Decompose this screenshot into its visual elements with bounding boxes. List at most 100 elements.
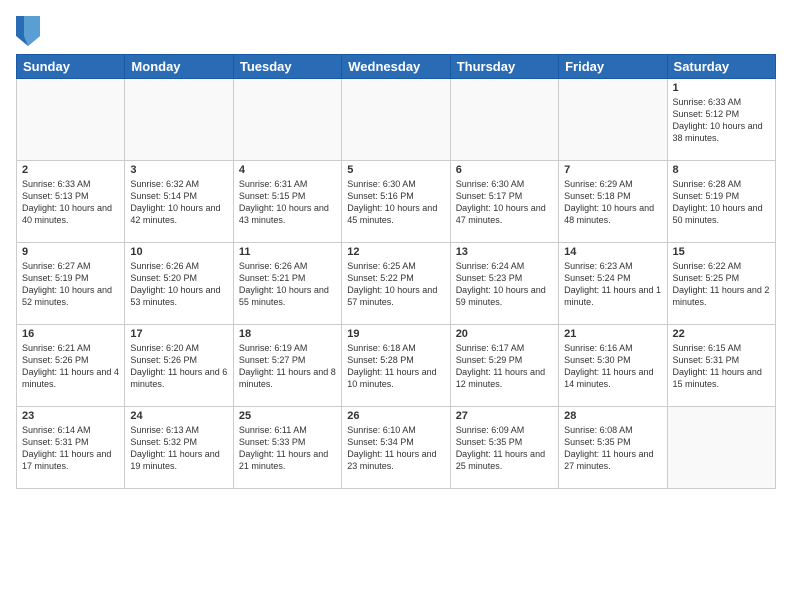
day-number: 7 bbox=[564, 164, 661, 176]
day-number: 4 bbox=[239, 164, 336, 176]
day-info: Sunrise: 6:33 AM Sunset: 5:13 PM Dayligh… bbox=[22, 178, 119, 227]
calendar-cell: 17 Sunrise: 6:20 AM Sunset: 5:26 PM Dayli… bbox=[125, 325, 233, 407]
calendar-cell: 21 Sunrise: 6:16 AM Sunset: 5:30 PM Dayli… bbox=[559, 325, 667, 407]
calendar-cell: 11 Sunrise: 6:26 AM Sunset: 5:21 PM Dayli… bbox=[233, 243, 341, 325]
calendar-cell bbox=[667, 407, 775, 489]
calendar-cell: 7 Sunrise: 6:29 AM Sunset: 5:18 PM Daylig… bbox=[559, 161, 667, 243]
day-info: Sunrise: 6:17 AM Sunset: 5:29 PM Dayligh… bbox=[456, 342, 553, 391]
calendar-cell: 14 Sunrise: 6:23 AM Sunset: 5:24 PM Dayli… bbox=[559, 243, 667, 325]
calendar-cell: 15 Sunrise: 6:22 AM Sunset: 5:25 PM Dayli… bbox=[667, 243, 775, 325]
day-number: 13 bbox=[456, 246, 553, 258]
calendar-cell: 8 Sunrise: 6:28 AM Sunset: 5:19 PM Daylig… bbox=[667, 161, 775, 243]
weekday-header-friday: Friday bbox=[559, 55, 667, 79]
day-number: 18 bbox=[239, 328, 336, 340]
day-number: 16 bbox=[22, 328, 119, 340]
day-number: 28 bbox=[564, 410, 661, 422]
day-info: Sunrise: 6:29 AM Sunset: 5:18 PM Dayligh… bbox=[564, 178, 661, 227]
day-number: 20 bbox=[456, 328, 553, 340]
calendar-cell bbox=[125, 79, 233, 161]
day-info: Sunrise: 6:22 AM Sunset: 5:25 PM Dayligh… bbox=[673, 260, 770, 309]
calendar-cell bbox=[233, 79, 341, 161]
calendar-cell: 26 Sunrise: 6:10 AM Sunset: 5:34 PM Dayli… bbox=[342, 407, 450, 489]
logo bbox=[16, 16, 42, 46]
day-info: Sunrise: 6:28 AM Sunset: 5:19 PM Dayligh… bbox=[673, 178, 770, 227]
day-number: 6 bbox=[456, 164, 553, 176]
day-number: 11 bbox=[239, 246, 336, 258]
day-info: Sunrise: 6:18 AM Sunset: 5:28 PM Dayligh… bbox=[347, 342, 444, 391]
calendar-cell bbox=[559, 79, 667, 161]
calendar-cell: 12Sunrise: 6:25 AM Sunset: 5:22 PM Dayli… bbox=[342, 243, 450, 325]
day-info: Sunrise: 6:33 AM Sunset: 5:12 PM Dayligh… bbox=[673, 96, 770, 145]
day-number: 2 bbox=[22, 164, 119, 176]
day-info: Sunrise: 6:08 AM Sunset: 5:35 PM Dayligh… bbox=[564, 424, 661, 473]
day-info: Sunrise: 6:31 AM Sunset: 5:15 PM Dayligh… bbox=[239, 178, 336, 227]
day-number: 15 bbox=[673, 246, 770, 258]
calendar-cell: 18 Sunrise: 6:19 AM Sunset: 5:27 PM Dayli… bbox=[233, 325, 341, 407]
day-number: 10 bbox=[130, 246, 227, 258]
day-number: 24 bbox=[130, 410, 227, 422]
day-number: 22 bbox=[673, 328, 770, 340]
day-info: Sunrise: 6:32 AM Sunset: 5:14 PM Dayligh… bbox=[130, 178, 227, 227]
calendar-cell: 2 Sunrise: 6:33 AM Sunset: 5:13 PM Daylig… bbox=[17, 161, 125, 243]
day-number: 17 bbox=[130, 328, 227, 340]
weekday-header-monday: Monday bbox=[125, 55, 233, 79]
day-number: 14 bbox=[564, 246, 661, 258]
calendar-cell: 28 Sunrise: 6:08 AM Sunset: 5:35 PM Dayli… bbox=[559, 407, 667, 489]
calendar-cell: 13 Sunrise: 6:24 AM Sunset: 5:23 PM Dayli… bbox=[450, 243, 558, 325]
calendar-cell: 16Sunrise: 6:21 AM Sunset: 5:26 PM Dayli… bbox=[17, 325, 125, 407]
page: SundayMondayTuesdayWednesdayThursdayFrid… bbox=[0, 0, 792, 612]
calendar-cell bbox=[450, 79, 558, 161]
day-number: 5 bbox=[347, 164, 444, 176]
day-info: Sunrise: 6:26 AM Sunset: 5:21 PM Dayligh… bbox=[239, 260, 336, 309]
calendar-cell: 10Sunrise: 6:26 AM Sunset: 5:20 PM Dayli… bbox=[125, 243, 233, 325]
day-info: Sunrise: 6:27 AM Sunset: 5:19 PM Dayligh… bbox=[22, 260, 119, 309]
calendar-cell: 25 Sunrise: 6:11 AM Sunset: 5:33 PM Dayli… bbox=[233, 407, 341, 489]
day-number: 1 bbox=[673, 82, 770, 94]
header bbox=[16, 16, 776, 46]
day-number: 8 bbox=[673, 164, 770, 176]
weekday-header-row: SundayMondayTuesdayWednesdayThursdayFrid… bbox=[17, 55, 776, 79]
calendar-cell: 3 Sunrise: 6:32 AM Sunset: 5:14 PM Daylig… bbox=[125, 161, 233, 243]
weekday-header-thursday: Thursday bbox=[450, 55, 558, 79]
calendar-cell: 19 Sunrise: 6:18 AM Sunset: 5:28 PM Dayli… bbox=[342, 325, 450, 407]
week-row-4: 23 Sunrise: 6:14 AM Sunset: 5:31 PM Dayli… bbox=[17, 407, 776, 489]
day-info: Sunrise: 6:24 AM Sunset: 5:23 PM Dayligh… bbox=[456, 260, 553, 309]
day-info: Sunrise: 6:09 AM Sunset: 5:35 PM Dayligh… bbox=[456, 424, 553, 473]
day-number: 19 bbox=[347, 328, 444, 340]
calendar-cell: 22Sunrise: 6:15 AM Sunset: 5:31 PM Dayli… bbox=[667, 325, 775, 407]
logo-icon bbox=[16, 16, 40, 46]
day-number: 23 bbox=[22, 410, 119, 422]
calendar-cell: 20 Sunrise: 6:17 AM Sunset: 5:29 PM Dayli… bbox=[450, 325, 558, 407]
day-number: 25 bbox=[239, 410, 336, 422]
calendar-cell: 5 Sunrise: 6:30 AM Sunset: 5:16 PM Daylig… bbox=[342, 161, 450, 243]
calendar-cell: 4 Sunrise: 6:31 AM Sunset: 5:15 PM Daylig… bbox=[233, 161, 341, 243]
day-number: 26 bbox=[347, 410, 444, 422]
weekday-header-tuesday: Tuesday bbox=[233, 55, 341, 79]
calendar: SundayMondayTuesdayWednesdayThursdayFrid… bbox=[16, 54, 776, 489]
week-row-0: 1 Sunrise: 6:33 AM Sunset: 5:12 PM Daylig… bbox=[17, 79, 776, 161]
day-number: 3 bbox=[130, 164, 227, 176]
day-info: Sunrise: 6:16 AM Sunset: 5:30 PM Dayligh… bbox=[564, 342, 661, 391]
calendar-cell: 1 Sunrise: 6:33 AM Sunset: 5:12 PM Daylig… bbox=[667, 79, 775, 161]
day-info: Sunrise: 6:30 AM Sunset: 5:16 PM Dayligh… bbox=[347, 178, 444, 227]
week-row-3: 16Sunrise: 6:21 AM Sunset: 5:26 PM Dayli… bbox=[17, 325, 776, 407]
day-info: Sunrise: 6:23 AM Sunset: 5:24 PM Dayligh… bbox=[564, 260, 661, 309]
day-info: Sunrise: 6:13 AM Sunset: 5:32 PM Dayligh… bbox=[130, 424, 227, 473]
day-number: 27 bbox=[456, 410, 553, 422]
day-info: Sunrise: 6:14 AM Sunset: 5:31 PM Dayligh… bbox=[22, 424, 119, 473]
day-number: 12 bbox=[347, 246, 444, 258]
weekday-header-saturday: Saturday bbox=[667, 55, 775, 79]
day-info: Sunrise: 6:10 AM Sunset: 5:34 PM Dayligh… bbox=[347, 424, 444, 473]
day-number: 9 bbox=[22, 246, 119, 258]
week-row-2: 9 Sunrise: 6:27 AM Sunset: 5:19 PM Daylig… bbox=[17, 243, 776, 325]
calendar-cell: 23 Sunrise: 6:14 AM Sunset: 5:31 PM Dayli… bbox=[17, 407, 125, 489]
day-info: Sunrise: 6:20 AM Sunset: 5:26 PM Dayligh… bbox=[130, 342, 227, 391]
weekday-header-wednesday: Wednesday bbox=[342, 55, 450, 79]
week-row-1: 2 Sunrise: 6:33 AM Sunset: 5:13 PM Daylig… bbox=[17, 161, 776, 243]
calendar-cell bbox=[17, 79, 125, 161]
day-info: Sunrise: 6:11 AM Sunset: 5:33 PM Dayligh… bbox=[239, 424, 336, 473]
day-info: Sunrise: 6:19 AM Sunset: 5:27 PM Dayligh… bbox=[239, 342, 336, 391]
day-number: 21 bbox=[564, 328, 661, 340]
calendar-cell: 9 Sunrise: 6:27 AM Sunset: 5:19 PM Daylig… bbox=[17, 243, 125, 325]
calendar-cell: 27 Sunrise: 6:09 AM Sunset: 5:35 PM Dayli… bbox=[450, 407, 558, 489]
